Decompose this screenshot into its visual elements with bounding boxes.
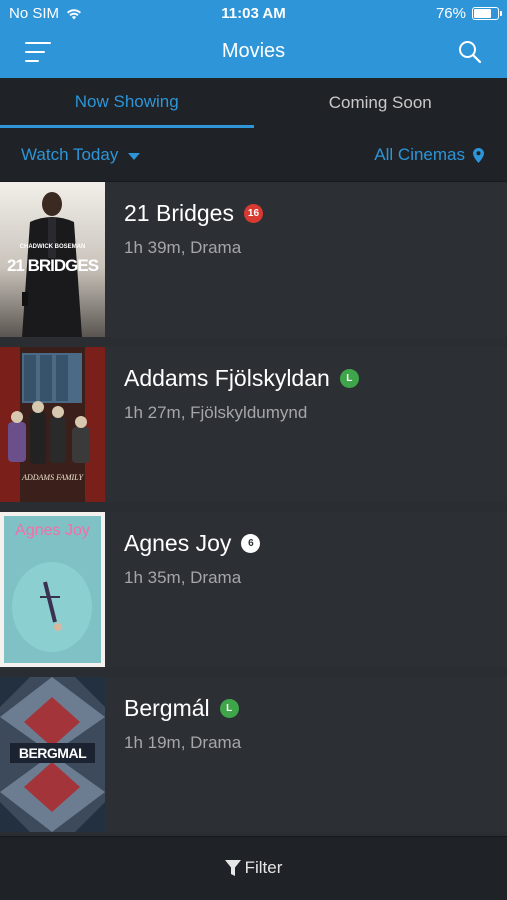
filter-label: Filter (244, 858, 283, 877)
filter-funnel-icon (224, 859, 241, 876)
age-rating-badge: 6 (241, 534, 261, 553)
cinema-filter[interactable]: All Cinemas (374, 145, 484, 165)
location-pin-icon (473, 147, 484, 163)
movie-poster: Agnes Joy (0, 512, 105, 667)
age-rating-badge: L (339, 369, 359, 388)
tab-bar: Now Showing Coming Soon (0, 78, 507, 128)
poster-title: BERGMAL (18, 745, 87, 761)
app-header: No SIM 11:03 AM 76% Movies (0, 0, 507, 78)
poster-title: 21 BRIDGES (6, 256, 99, 275)
movie-title: Addams Fjölskyldan (124, 365, 330, 391)
movie-meta: 1h 27m, Fjölskyldumynd (124, 403, 308, 422)
movie-title-row: 21 Bridges 16 (124, 200, 263, 227)
bottom-bar: Filter (0, 836, 507, 900)
date-filter-dropdown[interactable]: Watch Today (21, 145, 141, 165)
movie-row-addams-fjolskyldan[interactable]: ADDAMS FAMILY Addams Fjölskyldan L 1h 27… (0, 347, 507, 502)
search-icon[interactable] (458, 40, 482, 64)
date-filter-label: Watch Today (21, 145, 119, 164)
battery-percent: 76% (435, 5, 466, 22)
page-title: Movies (221, 40, 286, 62)
movie-row-agnes-joy[interactable]: Agnes Joy Agnes Joy 6 1h 35m, Drama (0, 512, 507, 667)
movie-row-bergmal[interactable]: BERGMAL Bergmál L 1h 19m, Drama (0, 677, 507, 832)
tab-now-showing[interactable]: Now Showing (0, 78, 254, 128)
poster-caption: CHADWICK BOSEMAN (19, 244, 86, 250)
movie-title-row: Agnes Joy 6 (124, 530, 261, 557)
movie-poster: ADDAMS FAMILY (0, 347, 105, 502)
battery-level (474, 9, 491, 18)
movie-poster: CHADWICK BOSEMAN 21 BRIDGES (0, 182, 105, 337)
movie-title: Bergmál (124, 695, 210, 721)
cinema-filter-label: All Cinemas (374, 145, 465, 164)
battery-icon (472, 7, 502, 20)
movie-row-21-bridges[interactable]: CHADWICK BOSEMAN 21 BRIDGES 21 Bridges 1… (0, 182, 507, 337)
movie-title: 21 Bridges (124, 200, 234, 226)
movie-meta: 1h 39m, Drama (124, 238, 242, 257)
chevron-down-icon (128, 152, 141, 160)
poster-title: ADDAMS FAMILY (22, 473, 83, 482)
movie-meta: 1h 35m, Drama (124, 568, 242, 587)
battery-status: 76% (435, 5, 502, 22)
filter-row: Watch Today All Cinemas (0, 128, 507, 182)
filter-button[interactable]: Filter (0, 858, 507, 878)
poster-title: Agnes Joy (15, 522, 90, 539)
movie-title-row: Bergmál L (124, 695, 239, 722)
tab-coming-soon[interactable]: Coming Soon (254, 78, 507, 128)
movie-poster: BERGMAL (0, 677, 105, 832)
movie-list: CHADWICK BOSEMAN 21 BRIDGES 21 Bridges 1… (0, 182, 507, 842)
status-bar: No SIM 11:03 AM 76% (0, 0, 507, 28)
movie-title-row: Addams Fjölskyldan L (124, 365, 359, 392)
movie-title: Agnes Joy (124, 530, 232, 556)
nav-bar: Movies (0, 28, 507, 78)
status-time: 11:03 AM (221, 5, 286, 22)
movie-meta: 1h 19m, Drama (124, 733, 242, 752)
age-rating-badge: L (219, 699, 239, 718)
age-rating-badge: 16 (243, 204, 263, 223)
